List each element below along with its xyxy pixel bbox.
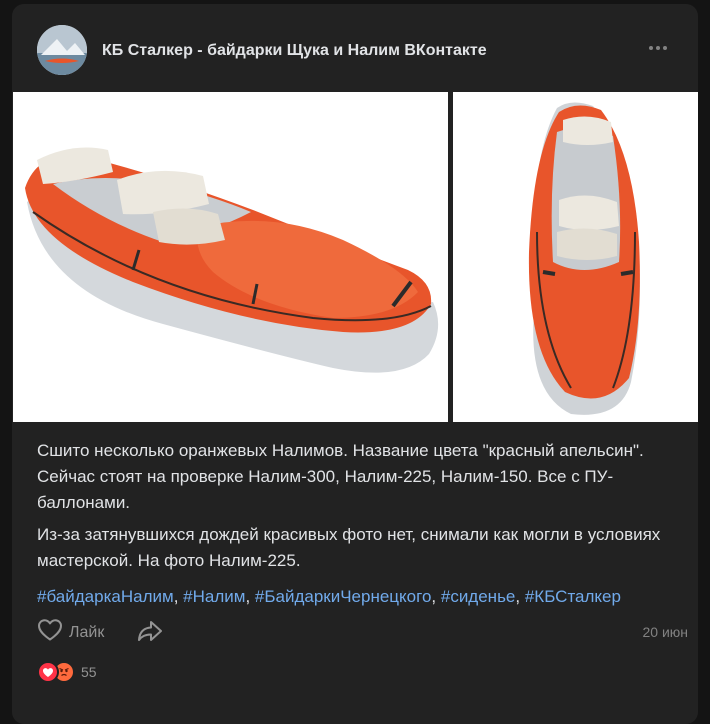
author-name[interactable]: КБ Сталкер - байдарки Щука и Налим ВКонт…: [102, 42, 487, 60]
post-text-paragraph-2: Из-за затянувшихся дождей красивых фото …: [37, 525, 661, 570]
photo-boat-top[interactable]: [453, 92, 698, 422]
hashtag-link[interactable]: #сиденье: [441, 587, 516, 606]
heart-reaction-icon: [37, 661, 59, 683]
more-dot: [663, 46, 667, 50]
hashtag-link[interactable]: #БайдаркиЧернецкого: [255, 587, 432, 606]
hashtag-link[interactable]: #байдаркаНалим: [37, 587, 174, 606]
hashtag-link[interactable]: #Налим: [183, 587, 245, 606]
hashtag-separator: ,: [245, 587, 255, 606]
hashtag-separator: ,: [173, 587, 184, 606]
hashtag-link[interactable]: #КБСталкер: [525, 587, 621, 606]
hashtags: #байдаркаНалим, #Налим, #БайдаркиЧернецк…: [37, 584, 621, 610]
reactions-summary[interactable]: 55: [37, 660, 97, 684]
avatar[interactable]: [37, 25, 87, 75]
heart-outline-icon: [37, 618, 63, 647]
more-icon[interactable]: [644, 38, 672, 58]
like-label: Лайк: [69, 623, 105, 641]
more-dot: [649, 46, 653, 50]
post-actions: Лайк 20 июн: [37, 616, 688, 648]
reactions-count: 55: [81, 664, 97, 680]
more-dot: [656, 46, 660, 50]
hashtag-separator: ,: [515, 587, 525, 606]
like-button[interactable]: Лайк: [37, 618, 104, 647]
post-text-paragraph-1: Сшито несколько оранжевых Налимов. Назва…: [37, 441, 644, 512]
post-header: КБ Сталкер - байдарки Щука и Налим ВКонт…: [12, 4, 698, 92]
post-card: КБ Сталкер - байдарки Щука и Налим ВКонт…: [12, 4, 698, 724]
photo-boat-side[interactable]: [13, 92, 448, 422]
hashtag-separator: ,: [431, 587, 441, 606]
share-arrow-icon[interactable]: [137, 619, 163, 648]
post-date[interactable]: 20 июн: [642, 624, 688, 640]
